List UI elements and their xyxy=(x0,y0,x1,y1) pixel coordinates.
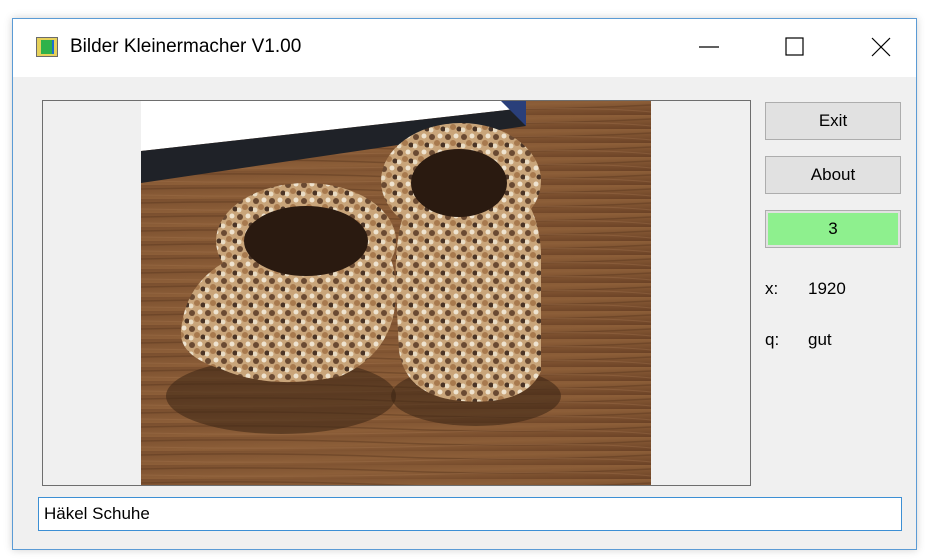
x-label: x: xyxy=(765,279,779,298)
app-icon xyxy=(36,37,58,57)
app-window: Bilder Kleinermacher V1.00 Exit About 3 … xyxy=(12,18,917,550)
image-preview-panel xyxy=(42,100,751,486)
close-icon xyxy=(871,37,891,57)
title-bar[interactable]: Bilder Kleinermacher V1.00 xyxy=(13,19,916,77)
x-value: 1920 xyxy=(808,279,846,298)
minimize-icon xyxy=(699,46,719,48)
q-value: gut xyxy=(808,330,832,349)
counter-indicator: 3 xyxy=(765,210,901,248)
counter-value: 3 xyxy=(768,213,898,245)
close-button[interactable] xyxy=(858,25,904,69)
maximize-icon xyxy=(785,37,804,56)
photo-image xyxy=(141,101,651,485)
about-button[interactable]: About xyxy=(765,156,901,194)
caption-input[interactable] xyxy=(38,497,902,531)
exit-button[interactable]: Exit xyxy=(765,102,901,140)
maximize-button[interactable] xyxy=(772,25,818,69)
window-title: Bilder Kleinermacher V1.00 xyxy=(70,36,302,57)
q-label: q: xyxy=(765,330,780,349)
minimize-button[interactable] xyxy=(686,25,732,69)
